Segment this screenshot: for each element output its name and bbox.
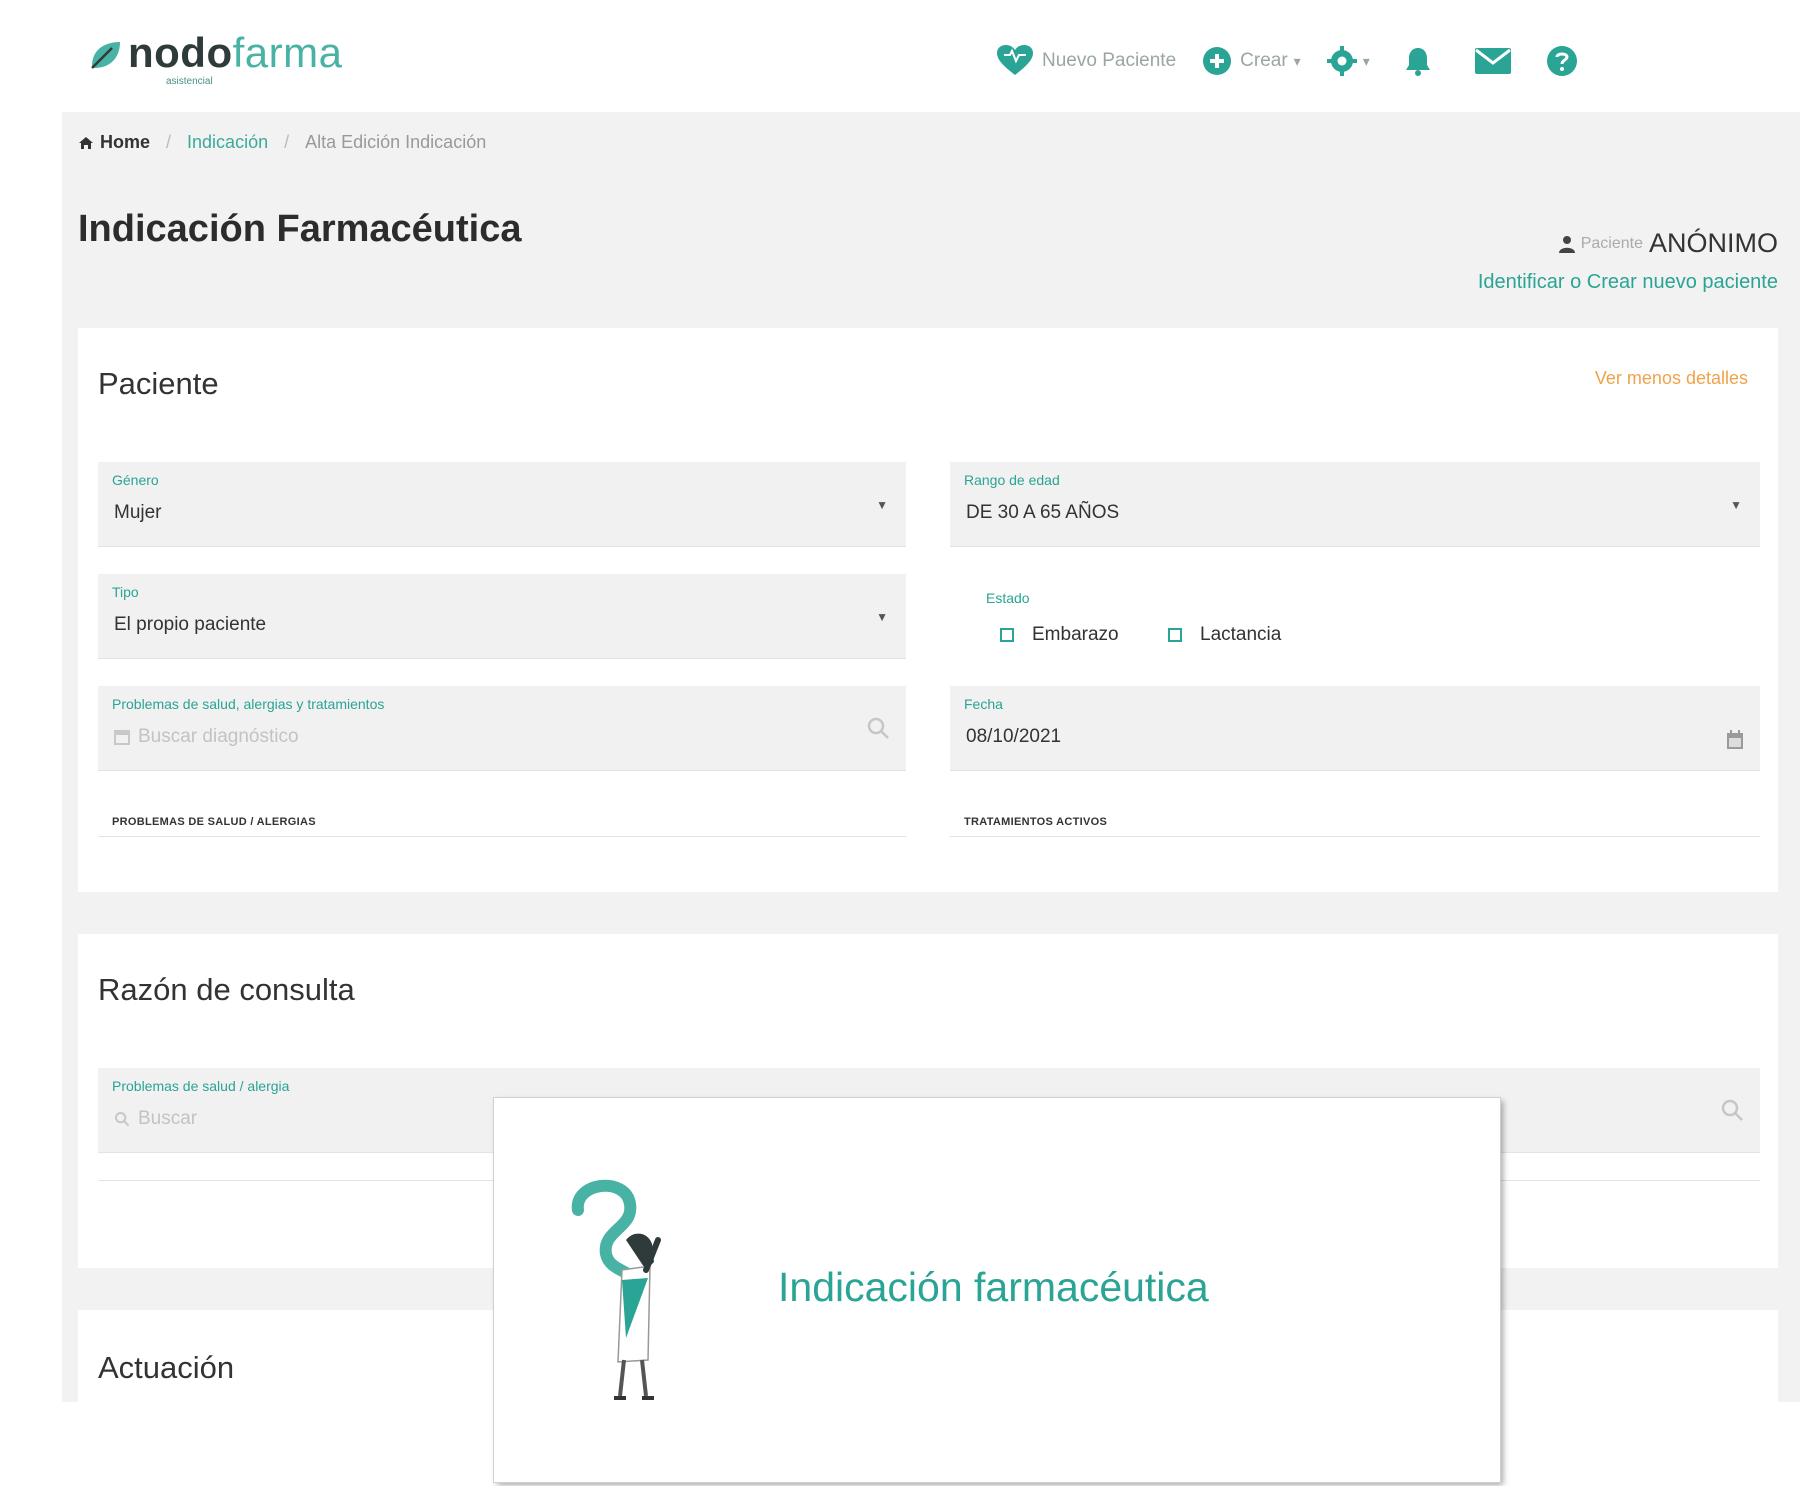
pharmacist-question-illustration (571, 1179, 661, 1400)
breadcrumb: Home / Indicación / Alta Edición Indicac… (78, 132, 486, 153)
identify-patient-link[interactable]: Identificar o Crear nuevo paciente (1478, 271, 1778, 294)
age-range-select[interactable]: Rango de edad DE 30 A 65 AÑOS ▼ (950, 462, 1760, 547)
loading-modal: Indicación farmacéutica (494, 1098, 1500, 1482)
breadcrumb-indicacion[interactable]: Indicación (187, 132, 268, 153)
breadcrumb-home-label: Home (100, 132, 151, 152)
toggle-details-link[interactable]: Ver menos detalles (1595, 368, 1748, 389)
breadcrumb-current: Alta Edición Indicación (305, 132, 487, 152)
age-range-label: Rango de edad (964, 472, 1060, 488)
health-problems-placeholder: Buscar diagnóstico (138, 726, 299, 747)
crear-dropdown[interactable]: Crear ▾ (1202, 46, 1301, 76)
type-label: Tipo (112, 584, 139, 600)
question-circle-icon (1546, 46, 1577, 76)
health-problems-search[interactable]: Problemas de salud, alergias y tratamien… (98, 686, 906, 771)
leaf-logo-icon (91, 42, 120, 69)
health-problems-label: Problemas de salud, alergias y tratamien… (112, 696, 385, 712)
chevron-down-icon: ▾ (1362, 52, 1370, 69)
dropdown-arrow-icon: ▼ (876, 610, 888, 624)
plus-circle-icon (1203, 47, 1232, 75)
state-label: Estado (986, 590, 1030, 606)
page-title: Indicación Farmacéutica (78, 208, 522, 250)
date-label: Fecha (964, 696, 1003, 712)
reason-label: Problemas de salud / alergia (112, 1078, 290, 1094)
action-card-title: Actuación (98, 1350, 235, 1385)
type-value: El propio paciente (114, 614, 267, 635)
brand-name: nodofarma (128, 30, 342, 76)
checkbox-icon (1168, 628, 1182, 642)
patient-info: Paciente ANÓNIMO Identificar o Crear nue… (1478, 228, 1778, 294)
reason-card-title: Razón de consulta (98, 972, 355, 1007)
breadcrumb-separator: / (166, 132, 172, 152)
patient-card-title: Paciente (98, 366, 219, 401)
health-problems-section-header: PROBLEMAS DE SALUD / ALERGIAS (112, 816, 316, 828)
patient-label: Paciente (1580, 234, 1643, 252)
patient-card: Paciente Ver menos detalles Género Mujer… (78, 328, 1778, 892)
modal-title: Indicación farmacéutica (778, 1264, 1209, 1310)
user-icon (1558, 235, 1575, 253)
embarazo-label: Embarazo (1032, 624, 1119, 645)
type-select[interactable]: Tipo El propio paciente ▼ (98, 574, 906, 659)
search-icon (1721, 1099, 1743, 1121)
nuevo-paciente-label: Nuevo Paciente (1042, 50, 1177, 71)
date-value: 08/10/2021 (966, 726, 1062, 747)
messages-button[interactable] (1474, 47, 1512, 75)
top-navbar: nodofarma asistencial Nuevo Paciente Cre… (0, 0, 1810, 112)
calendar-icon[interactable] (1726, 730, 1744, 750)
embarazo-checkbox[interactable]: Embarazo (1000, 624, 1119, 646)
chevron-down-icon: ▾ (1293, 52, 1301, 69)
crear-label: Crear (1240, 50, 1288, 71)
nuevo-paciente-button[interactable]: Nuevo Paciente (996, 45, 1176, 77)
breadcrumb-separator: / (284, 132, 290, 152)
heart-icon (997, 45, 1033, 75)
gender-value: Mujer (114, 502, 162, 523)
notifications-button[interactable] (1402, 45, 1434, 77)
gear-icon (1326, 46, 1357, 76)
envelope-icon (1474, 48, 1511, 74)
nav-actions: Nuevo Paciente Crear ▾ ▾ (996, 38, 1604, 84)
search-icon (115, 1112, 130, 1127)
brand-name-light: farma (232, 29, 343, 76)
dropdown-arrow-icon: ▼ (876, 498, 888, 512)
breadcrumb-home[interactable]: Home (78, 132, 150, 153)
brand-subtitle: asistencial (166, 76, 213, 87)
home-icon (79, 136, 93, 149)
bell-icon (1405, 48, 1430, 76)
lactancia-checkbox[interactable]: Lactancia (1168, 624, 1281, 646)
search-icon (867, 717, 889, 739)
date-field[interactable]: Fecha 08/10/2021 (950, 686, 1760, 771)
lactancia-label: Lactancia (1200, 624, 1282, 645)
active-treatments-section-header: TRATAMIENTOS ACTIVOS (964, 816, 1108, 828)
dropdown-arrow-icon: ▼ (1730, 498, 1742, 512)
gender-label: Género (112, 472, 159, 488)
help-button[interactable] (1546, 45, 1578, 77)
divider (950, 836, 1760, 837)
patient-value: ANÓNIMO (1648, 228, 1778, 258)
gender-select[interactable]: Género Mujer ▼ (98, 462, 906, 547)
age-range-value: DE 30 A 65 AÑOS (966, 502, 1120, 523)
reason-placeholder: Buscar (138, 1108, 198, 1129)
settings-dropdown[interactable]: ▾ (1326, 46, 1370, 76)
calendar-icon (114, 730, 130, 745)
divider (98, 836, 906, 837)
checkbox-icon (1000, 628, 1014, 642)
brand-name-bold: nodo (128, 29, 233, 76)
